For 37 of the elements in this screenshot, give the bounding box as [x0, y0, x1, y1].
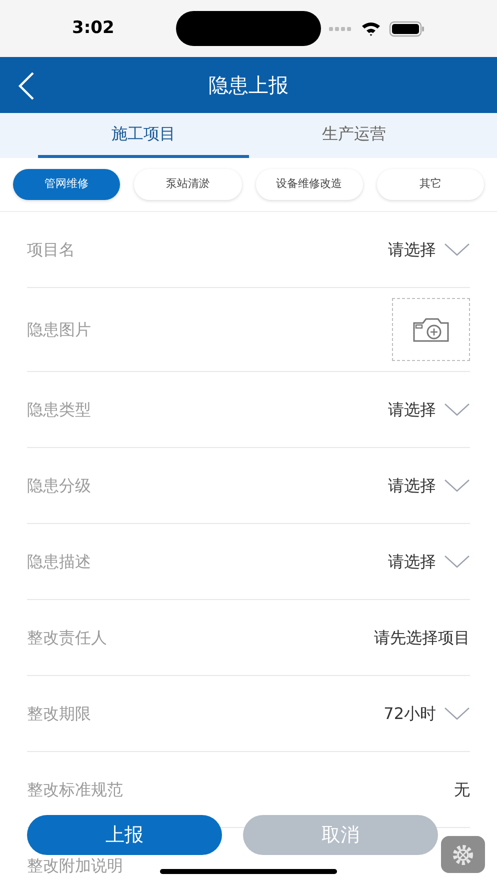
chevron-down-icon — [444, 706, 470, 720]
select-field[interactable]: 请选择 — [388, 474, 470, 498]
photo-upload-button[interactable] — [392, 298, 470, 361]
back-button[interactable] — [16, 71, 36, 101]
battery-icon — [389, 20, 425, 36]
select-field[interactable]: 请选择 — [388, 238, 470, 262]
field-label: 整改责任人 — [27, 630, 107, 646]
select-field[interactable]: 请选择 — [388, 550, 470, 574]
select-field[interactable]: 请选择 — [388, 398, 470, 422]
chevron-down-icon — [444, 478, 470, 492]
filter-chip[interactable]: 设备维修改造 — [256, 169, 363, 200]
field-label: 隐患分级 — [27, 478, 91, 494]
field-label: 整改附加说明 — [27, 858, 123, 874]
field-label: 隐患类型 — [27, 402, 91, 418]
status-time: 3:02 — [72, 16, 114, 40]
submit-button[interactable]: 上报 — [27, 815, 222, 855]
filter-chip[interactable]: 泵站清淤 — [134, 169, 242, 200]
chevron-down-icon — [444, 242, 470, 256]
filter-chip[interactable]: 管网维修 — [13, 169, 120, 200]
field-label: 整改期限 — [27, 706, 91, 722]
field-label: 整改标准规范 — [27, 782, 123, 798]
page-title: 隐患上报 — [208, 72, 288, 99]
chevron-down-icon — [444, 402, 470, 416]
wifi-icon — [361, 21, 381, 36]
tab[interactable]: 生产运营 — [248, 113, 459, 158]
field-value: 请先选择项目 — [374, 626, 470, 648]
field-label: 隐患图片 — [27, 322, 91, 338]
camera-icon — [412, 316, 450, 342]
tab[interactable]: 施工项目 — [38, 113, 248, 158]
signal-icon — [329, 26, 353, 30]
select-field[interactable]: 72小时 — [384, 702, 470, 726]
field-label: 隐患描述 — [27, 554, 91, 570]
chevron-down-icon — [444, 554, 470, 568]
field-value: 无 — [454, 778, 470, 800]
field-label: 项目名 — [27, 242, 75, 258]
filter-chip[interactable]: 其它 — [376, 169, 484, 200]
floating-settings-button[interactable] — [441, 836, 485, 873]
